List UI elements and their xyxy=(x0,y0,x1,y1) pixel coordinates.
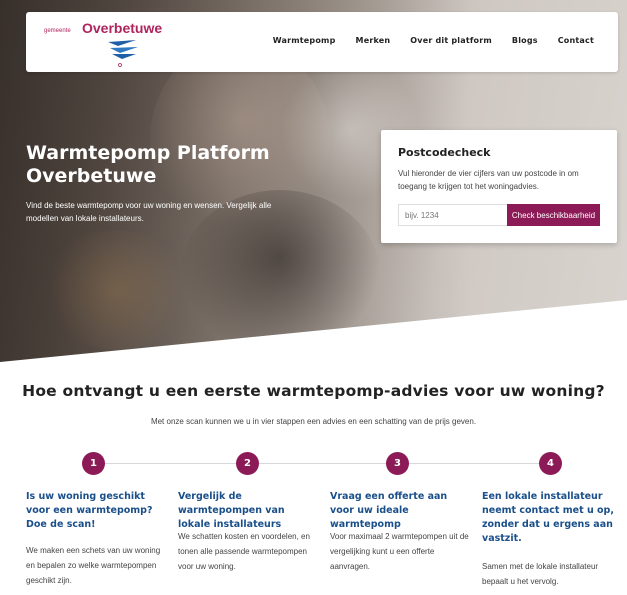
top-navigation: gemeente Overbetuwe Warmtepomp Merken Ov… xyxy=(26,12,618,72)
step-connector-line xyxy=(259,463,387,464)
hero-title: Warmtepomp Platform Overbetuwe xyxy=(26,142,270,187)
hero-subtitle: Vind de beste warmtepomp voor uw woning … xyxy=(26,201,272,223)
step-connector-line xyxy=(104,463,237,464)
logo-prefix: gemeente xyxy=(44,28,71,34)
step-title: Een lokale installateur neemt contact me… xyxy=(482,491,614,544)
postcode-form: Check beschikbaarheid xyxy=(398,204,600,226)
nav-item-contact[interactable]: Contact xyxy=(558,36,594,45)
step-2: Vergelijk de warmtepompen van lokale ins… xyxy=(178,490,318,532)
nav-item-merken[interactable]: Merken xyxy=(356,36,391,45)
logo-name: Overbetuwe xyxy=(82,20,163,36)
check-availability-button[interactable]: Check beschikbaarheid xyxy=(507,204,600,226)
step-text: Voor maximaal 2 warmtepompen uit de verg… xyxy=(330,532,469,571)
step-title: Vraag een offerte aan voor uw ideale war… xyxy=(330,491,448,530)
nav-item-over-dit-platform[interactable]: Over dit platform xyxy=(410,36,492,45)
nav-menu: Warmtepomp Merken Over dit platform Blog… xyxy=(273,36,594,45)
step-number-4: 4 xyxy=(539,452,562,475)
step-number-1: 1 xyxy=(82,452,105,475)
step-3: Vraag een offerte aan voor uw ideale war… xyxy=(330,490,470,532)
step-number-2: 2 xyxy=(236,452,259,475)
nav-item-blogs[interactable]: Blogs xyxy=(512,36,538,45)
step-title: Is uw woning geschikt voor een warmtepom… xyxy=(26,491,153,530)
steps-heading: Hoe ontvangt u een eerste warmtepomp-adv… xyxy=(22,382,605,400)
step-number-3: 3 xyxy=(386,452,409,475)
gemeente-overbetuwe-logo[interactable]: gemeente Overbetuwe xyxy=(44,18,162,68)
logo-flag-icon xyxy=(108,40,138,67)
step-text: We maken een schets van uw woning en bep… xyxy=(26,546,161,585)
postcode-card-title: Postcodecheck xyxy=(398,146,491,159)
postcode-check-card: Postcodecheck Vul hieronder de vier cijf… xyxy=(381,130,617,243)
step-4: Een lokale installateur neemt contact me… xyxy=(482,490,622,546)
nav-item-warmtepomp[interactable]: Warmtepomp xyxy=(273,36,336,45)
postcode-card-text: Vul hieronder de vier cijfers van uw pos… xyxy=(398,169,579,191)
postcode-input[interactable] xyxy=(398,204,507,226)
step-text: Samen met de lokale installateur bepaalt… xyxy=(482,562,599,586)
step-text: We schatten kosten en voordelen, en tone… xyxy=(178,532,310,571)
step-title: Vergelijk de warmtepompen van lokale ins… xyxy=(178,491,285,530)
step-1: Is uw woning geschikt voor een warmtepom… xyxy=(26,490,166,532)
step-connector-line xyxy=(409,463,539,464)
steps-intro: Met onze scan kunnen we u in vier stappe… xyxy=(150,417,477,426)
